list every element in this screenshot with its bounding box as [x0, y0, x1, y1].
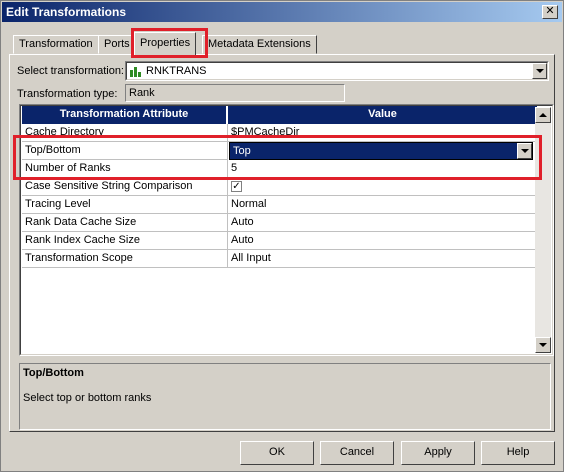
select-transformation-label: Select transformation: [17, 65, 124, 77]
title-bar[interactable]: Edit Transformations ✕ [2, 2, 562, 22]
vertical-scrollbar[interactable] [535, 107, 551, 353]
transformation-type-label: Transformation type: [17, 88, 118, 100]
chevron-down-icon [521, 149, 529, 153]
attribute-cell: Rank Index Cache Size [22, 232, 228, 250]
edit-transformations-window: Edit Transformations ✕ Transformation Po… [0, 0, 564, 472]
transformation-type-value: Rank [129, 87, 155, 99]
value-cell: ✓ [228, 178, 538, 196]
chevron-up-icon [539, 113, 547, 117]
attribute-cell: Cache Directory [22, 124, 228, 142]
top-bottom-value: Top [233, 145, 251, 157]
column-header-attribute[interactable]: Transformation Attribute [22, 106, 227, 124]
tab-label: Ports [104, 38, 130, 50]
tab-label: Transformation [19, 38, 93, 50]
help-button[interactable]: Help [481, 441, 555, 465]
transformation-type-field: Rank [125, 84, 345, 102]
cancel-button[interactable]: Cancel [320, 441, 394, 465]
attribute-cell: Number of Ranks [22, 160, 228, 178]
ok-button[interactable]: OK [240, 441, 314, 465]
attribute-cell: Case Sensitive String Comparison [22, 178, 228, 196]
tab-transformation[interactable]: Transformation [13, 35, 99, 54]
attribute-cell: Top/Bottom [22, 142, 228, 160]
attribute-cell: Tracing Level [22, 196, 228, 214]
tab-properties[interactable]: Properties [134, 32, 197, 55]
top-bottom-dropdown[interactable]: Top [229, 142, 533, 160]
value-cell[interactable]: Auto [228, 232, 538, 250]
grid-frame: Transformation Attribute Value Cache Dir… [20, 105, 553, 355]
attribute-cell: Rank Data Cache Size [22, 214, 228, 232]
close-icon: ✕ [545, 5, 555, 17]
close-button[interactable]: ✕ [542, 5, 558, 19]
value-cell[interactable]: $PMCacheDir [228, 124, 538, 142]
scroll-down-button[interactable] [535, 337, 551, 353]
rank-transformation-icon [130, 67, 141, 77]
case-sensitive-checkbox[interactable]: ✓ [231, 181, 242, 192]
select-transformation-value: RNKTRANS [146, 65, 207, 77]
value-cell[interactable]: Auto [228, 214, 538, 232]
description-text: Select top or bottom ranks [23, 392, 152, 404]
apply-button[interactable]: Apply [401, 441, 475, 465]
tab-ports[interactable]: Ports [98, 35, 136, 54]
select-transformation-dropdown-button[interactable] [532, 63, 547, 79]
column-header-value[interactable]: Value [228, 106, 538, 124]
chevron-down-icon [539, 343, 547, 347]
tab-label: Properties [140, 37, 191, 49]
top-bottom-dropdown-button[interactable] [517, 143, 532, 159]
value-cell[interactable]: Normal [228, 196, 538, 214]
window-title: Edit Transformations [6, 5, 127, 19]
attribute-cell: Transformation Scope [22, 250, 228, 268]
tab-metadata-extensions[interactable]: Metadata Extensions [202, 35, 317, 54]
value-cell[interactable]: 5 [228, 160, 538, 178]
select-transformation-dropdown[interactable]: RNKTRANS [125, 61, 549, 81]
description-title: Top/Bottom [23, 367, 84, 379]
properties-grid: Transformation Attribute Value Cache Dir… [19, 104, 554, 356]
description-panel: Top/Bottom Select top or bottom ranks [19, 363, 551, 430]
scroll-up-button[interactable] [535, 107, 551, 123]
tab-label: Metadata Extensions [208, 38, 311, 50]
chevron-down-icon [536, 69, 544, 73]
value-cell[interactable]: All Input [228, 250, 538, 268]
